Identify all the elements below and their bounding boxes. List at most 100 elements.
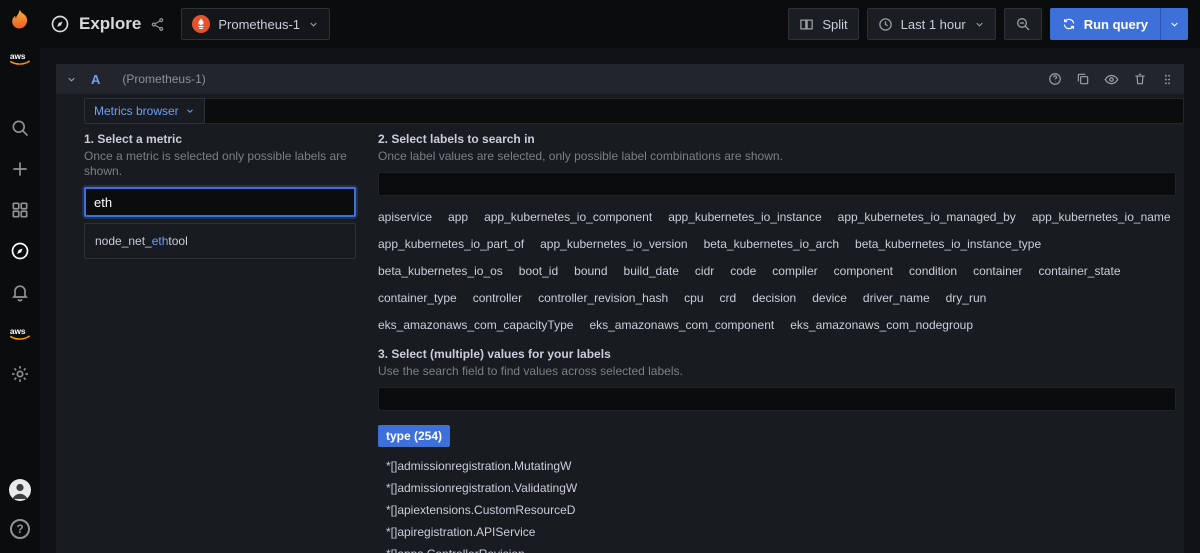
share-icon[interactable] bbox=[150, 17, 165, 32]
label-item[interactable]: container_state bbox=[1038, 264, 1120, 279]
label-value-item[interactable]: *[]admissionregistration.ValidatingW bbox=[378, 477, 577, 499]
label-item[interactable]: decision bbox=[752, 291, 796, 306]
label-item[interactable]: app_kubernetes_io_part_of bbox=[378, 237, 524, 252]
run-query-button[interactable]: Run query bbox=[1050, 8, 1160, 40]
label-values-list: *[]admissionregistration.MutatingW*[]adm… bbox=[378, 455, 1176, 553]
label-item[interactable]: code bbox=[730, 264, 756, 279]
explore-content: A (Prometheus-1) bbox=[40, 48, 1200, 553]
label-value-item[interactable]: *[]apiextensions.CustomResourceD bbox=[378, 499, 575, 521]
label-item[interactable]: eks_amazonaws_com_capacityType bbox=[378, 318, 573, 333]
create-plus-icon[interactable] bbox=[8, 157, 32, 181]
metric-name-post: tool bbox=[168, 234, 187, 248]
label-item[interactable]: container_type bbox=[378, 291, 457, 306]
label-item[interactable]: beta_kubernetes_io_arch bbox=[704, 237, 839, 252]
query-ref-id[interactable]: A bbox=[91, 72, 100, 87]
label-item[interactable]: app_kubernetes_io_name bbox=[1032, 210, 1171, 225]
query-datasource-hint: (Prometheus-1) bbox=[122, 72, 205, 86]
sidebar-bottom: ? bbox=[8, 478, 32, 541]
label-item[interactable]: app bbox=[448, 210, 468, 225]
explore-compass-icon bbox=[50, 14, 70, 34]
label-value-item[interactable]: *[]apps.ControllerRevision bbox=[378, 543, 525, 553]
metric-search-input[interactable] bbox=[84, 187, 356, 217]
label-item[interactable]: apiservice bbox=[378, 210, 432, 225]
disable-query-eye-icon[interactable] bbox=[1104, 72, 1119, 87]
sidebar-nav: aws bbox=[8, 116, 32, 386]
split-label: Split bbox=[822, 17, 847, 32]
metric-select-column: 1. Select a metric Once a metric is sele… bbox=[84, 132, 356, 553]
label-item[interactable]: device bbox=[812, 291, 847, 306]
label-item[interactable]: app_kubernetes_io_instance bbox=[668, 210, 821, 225]
label-item[interactable]: cpu bbox=[684, 291, 703, 306]
label-item[interactable]: component bbox=[834, 264, 893, 279]
label-item[interactable]: compiler bbox=[772, 264, 817, 279]
main-column: Explore Prometheus-1 bbox=[40, 0, 1200, 553]
collapse-chevron-icon[interactable] bbox=[66, 74, 77, 85]
label-value-item[interactable]: *[]admissionregistration.MutatingW bbox=[378, 455, 571, 477]
metrics-browser-panel: 1. Select a metric Once a metric is sele… bbox=[56, 124, 1184, 553]
metric-name-pre: node_net_ bbox=[95, 234, 152, 248]
label-item[interactable]: app_kubernetes_io_managed_by bbox=[838, 210, 1016, 225]
split-icon bbox=[799, 17, 814, 32]
search-icon[interactable] bbox=[8, 116, 32, 140]
drag-handle-icon[interactable] bbox=[1161, 73, 1174, 86]
help-glyph: ? bbox=[10, 519, 30, 539]
duplicate-query-icon[interactable] bbox=[1076, 72, 1090, 86]
label-item[interactable]: build_date bbox=[624, 264, 679, 279]
run-query-dropdown[interactable] bbox=[1160, 8, 1188, 40]
help-icon[interactable]: ? bbox=[8, 517, 32, 541]
run-query-label: Run query bbox=[1084, 17, 1148, 32]
step2-subtitle: Once label values are selected, only pos… bbox=[378, 149, 1176, 164]
label-item[interactable]: controller_revision_hash bbox=[538, 291, 668, 306]
step2-title: 2. Select labels to search in bbox=[378, 132, 1176, 147]
label-item[interactable]: condition bbox=[909, 264, 957, 279]
user-avatar[interactable] bbox=[8, 478, 32, 502]
grafana-logo-icon[interactable] bbox=[8, 8, 32, 32]
svg-text:aws: aws bbox=[10, 51, 26, 61]
value-search-input[interactable] bbox=[378, 387, 1176, 411]
aws-logo-icon[interactable]: aws bbox=[8, 321, 32, 345]
label-item[interactable]: eks_amazonaws_com_nodegroup bbox=[790, 318, 973, 333]
selected-label-chip[interactable]: type (254) bbox=[378, 425, 450, 447]
label-item[interactable]: beta_kubernetes_io_instance_type bbox=[855, 237, 1041, 252]
metrics-browser-toggle[interactable]: Metrics browser bbox=[84, 98, 205, 124]
delete-query-trash-icon[interactable] bbox=[1133, 72, 1147, 86]
label-item[interactable]: cidr bbox=[695, 264, 714, 279]
query-help-icon[interactable] bbox=[1048, 72, 1062, 86]
zoom-out-button[interactable] bbox=[1004, 8, 1042, 40]
refresh-icon bbox=[1062, 17, 1076, 31]
label-item[interactable]: container bbox=[973, 264, 1022, 279]
settings-gear-icon[interactable] bbox=[8, 362, 32, 386]
step1-title: 1. Select a metric bbox=[84, 132, 356, 147]
label-value-item[interactable]: *[]apiregistration.APIService bbox=[378, 521, 535, 543]
label-item[interactable]: dry_run bbox=[946, 291, 987, 306]
query-row-actions bbox=[1048, 72, 1174, 87]
label-search-input[interactable] bbox=[378, 172, 1176, 196]
datasource-picker[interactable]: Prometheus-1 bbox=[181, 8, 330, 40]
dashboards-grid-icon[interactable] bbox=[8, 198, 32, 222]
label-item[interactable]: controller bbox=[473, 291, 522, 306]
clock-icon bbox=[878, 17, 893, 32]
time-range-picker[interactable]: Last 1 hour bbox=[867, 8, 996, 40]
label-list: apiservice app app_kubernetes_io_component… bbox=[378, 210, 1176, 333]
label-item[interactable]: bound bbox=[574, 264, 607, 279]
label-item[interactable]: driver_name bbox=[863, 291, 930, 306]
step3-subtitle: Use the search field to find values acro… bbox=[378, 364, 1176, 379]
label-item[interactable]: app_kubernetes_io_version bbox=[540, 237, 687, 252]
chevron-down-icon bbox=[308, 19, 319, 30]
query-editor-row: Metrics browser bbox=[84, 98, 1184, 124]
label-item[interactable]: eks_amazonaws_com_component bbox=[589, 318, 774, 333]
label-item[interactable]: crd bbox=[720, 291, 737, 306]
zoom-out-icon bbox=[1015, 16, 1031, 32]
label-item[interactable]: app_kubernetes_io_component bbox=[484, 210, 652, 225]
alerting-bell-icon[interactable] bbox=[8, 280, 32, 304]
aws-logo-icon[interactable]: aws bbox=[8, 46, 32, 70]
explore-toolbar: Explore Prometheus-1 bbox=[40, 0, 1200, 48]
label-item[interactable]: beta_kubernetes_io_os bbox=[378, 264, 503, 279]
metric-result-item[interactable]: node_net_ethtool bbox=[85, 229, 355, 253]
label-item[interactable]: boot_id bbox=[519, 264, 558, 279]
query-expression-input[interactable] bbox=[205, 98, 1184, 124]
explore-compass-icon[interactable] bbox=[8, 239, 32, 263]
split-button[interactable]: Split bbox=[788, 8, 858, 40]
step3-section: 3. Select (multiple) values for your lab… bbox=[378, 347, 1176, 553]
query-panel: A (Prometheus-1) bbox=[56, 64, 1184, 553]
